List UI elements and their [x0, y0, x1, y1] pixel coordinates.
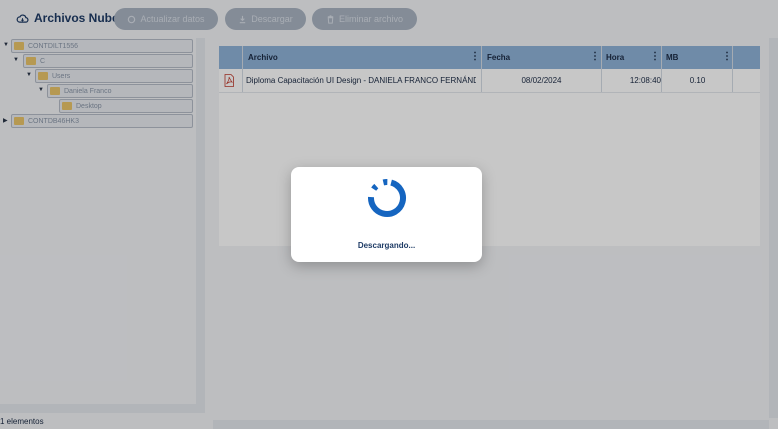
loading-spinner-icon — [368, 179, 406, 217]
download-progress-dialog: Descargando... — [291, 167, 482, 262]
dialog-message: Descargando... — [357, 241, 416, 250]
